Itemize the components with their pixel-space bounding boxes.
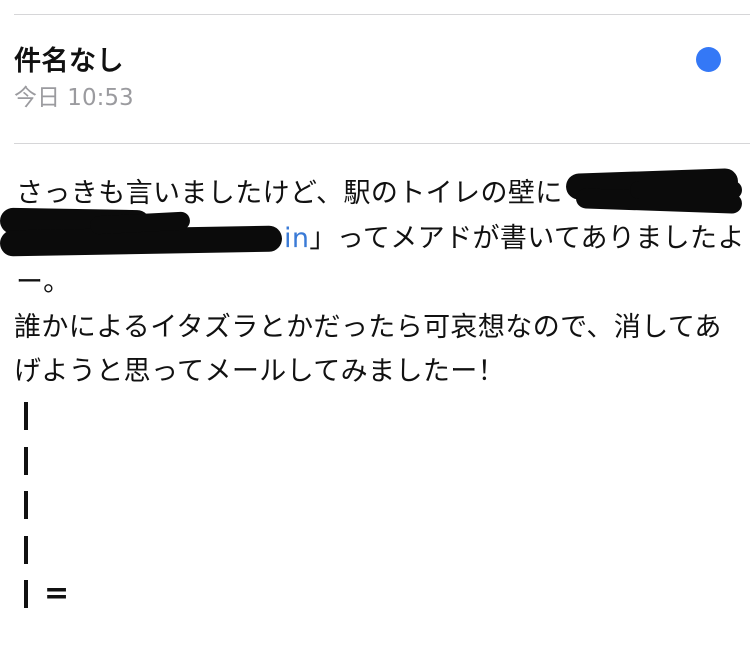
unread-dot-icon[interactable] (696, 47, 721, 72)
body-line: 誰かによるイタズラとかだったら可哀想なので、消してあ (14, 311, 722, 343)
message-date: 今日 10:53 (14, 85, 134, 111)
body-line: ー。 (16, 267, 71, 298)
vertical-bar-mark (24, 580, 28, 608)
body-line-text: 」ってメアドが書いてありましたよ (309, 222, 745, 254)
mail-message-view: 件名なし 今日 10:53 さっきも言いましたけど、駅のトイレの壁に in」って… (0, 0, 750, 665)
header-divider (14, 143, 750, 144)
email-link[interactable]: in (284, 223, 309, 254)
message-subject: 件名なし (14, 46, 124, 77)
equals-mark: = (44, 576, 70, 611)
vertical-bar-mark (24, 491, 28, 519)
vertical-bar-mark (24, 446, 28, 475)
body-line: げようと思ってメールしてみましたー！ (14, 356, 506, 387)
top-divider (14, 14, 750, 15)
vertical-bar-mark (24, 535, 28, 564)
redaction-mark (630, 181, 742, 199)
vertical-bar-mark (24, 402, 28, 430)
